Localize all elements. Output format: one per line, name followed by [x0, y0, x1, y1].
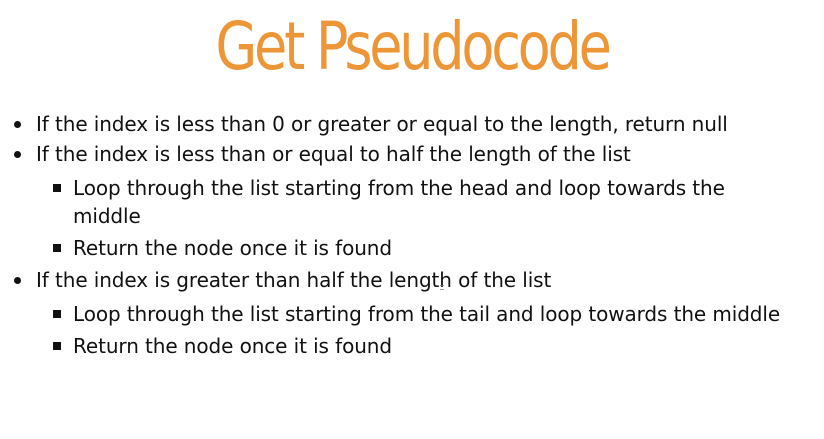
text-cursor-icon [440, 285, 444, 290]
bullet-text: If the index is less than 0 or greater o… [36, 112, 728, 136]
sub-bullet-list: Loop through the list starting from the … [53, 300, 793, 360]
sub-bullet-text: Return the node once it is found [73, 236, 392, 260]
sub-bullet-item: Return the node once it is found [53, 234, 793, 262]
slide-title: Get Pseudocode [215, 8, 611, 85]
bullet-item-1: If the index is less than 0 or greater o… [14, 110, 816, 138]
bullet-text: If the index is less than or equal to ha… [36, 142, 631, 166]
sub-bullet-list: Loop through the list starting from the … [53, 174, 793, 262]
bullet-item-3: If the index is greater than half the le… [14, 266, 816, 360]
bullet-item-2: If the index is less than or equal to ha… [14, 140, 816, 262]
sub-bullet-item: Loop through the list starting from the … [53, 300, 793, 328]
sub-bullet-text: Return the node once it is found [73, 334, 392, 358]
presentation-slide: Get Pseudocode If the index is less than… [0, 0, 824, 439]
sub-bullet-text: Loop through the list starting from the … [73, 176, 725, 228]
main-bullet-list: If the index is less than 0 or greater o… [14, 110, 816, 364]
sub-bullet-item: Return the node once it is found [53, 332, 793, 360]
sub-bullet-item: Loop through the list starting from the … [53, 174, 793, 230]
sub-bullet-text: Loop through the list starting from the … [73, 302, 781, 326]
bullet-text: If the index is greater than half the le… [36, 268, 552, 292]
